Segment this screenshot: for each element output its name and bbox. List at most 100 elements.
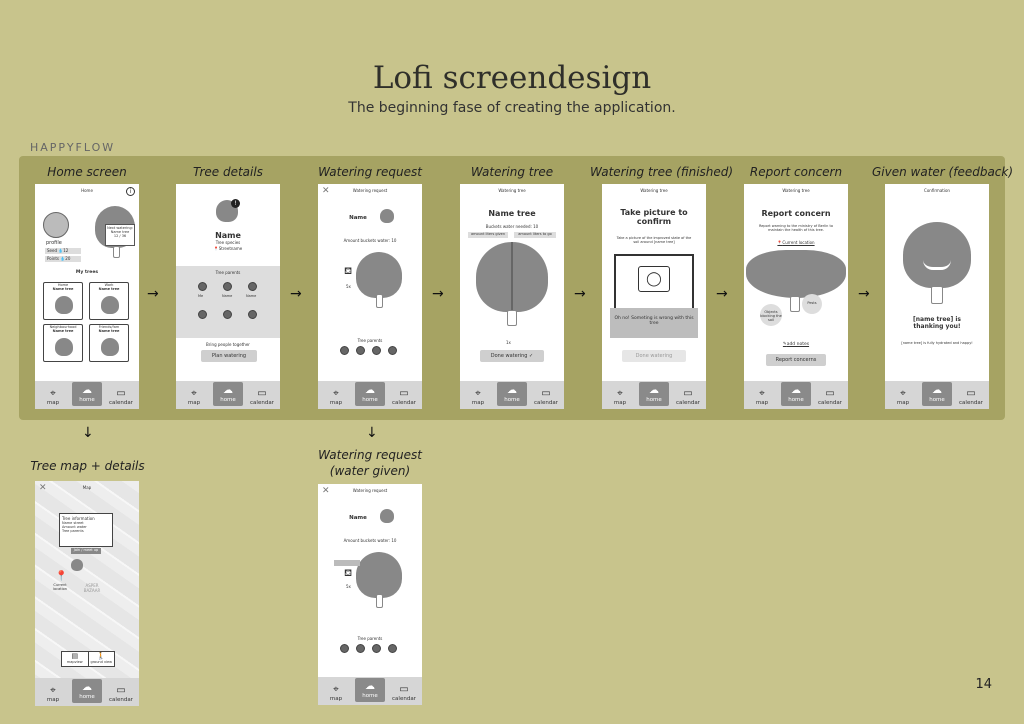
section-label: HAPPYFLOW <box>30 141 116 154</box>
info-icon[interactable]: i <box>126 187 135 196</box>
next-watering-card[interactable]: Next watering: Name tree 12 / 36 <box>105 224 135 246</box>
groundview-toggle[interactable]: 🚶 ground view <box>89 652 115 666</box>
nav-home[interactable]: ☁ home <box>72 382 102 406</box>
user-avatar[interactable] <box>223 310 232 319</box>
nav-map[interactable]: ⌖ map <box>607 388 633 406</box>
screen-header: Watering tree <box>640 188 668 193</box>
current-location[interactable]: 📍Current location <box>744 240 848 245</box>
nav-label: calendar <box>818 400 842 406</box>
nav-map[interactable]: ⌖ map <box>890 388 916 406</box>
toggle-label: ground view <box>90 660 113 664</box>
nav-calendar[interactable]: ▭ calendar <box>817 388 843 406</box>
view-toggle: ▤ mapview 🚶 ground view <box>61 651 115 667</box>
tree-marker-icon[interactable] <box>71 559 83 571</box>
arrow-right-icon: → <box>574 286 586 302</box>
nav-calendar[interactable]: ▭ calendar <box>108 388 134 406</box>
nav-home[interactable]: ☁ home <box>355 678 385 702</box>
user-avatar[interactable] <box>340 346 349 355</box>
screen-header: Confirmation <box>924 188 950 193</box>
nav-map[interactable]: ⌖ map <box>749 388 775 406</box>
user-avatar[interactable] <box>198 310 207 319</box>
concern-option[interactable]: Pests <box>802 294 822 314</box>
user-avatar[interactable] <box>340 644 349 653</box>
nav-calendar[interactable]: ▭ calendar <box>249 388 275 406</box>
join-button[interactable]: Join / meet up <box>71 548 101 554</box>
label-concern: Report concern <box>749 165 843 179</box>
nav-calendar[interactable]: ▭ calendar <box>391 684 417 702</box>
arrow-right-icon: → <box>147 286 159 302</box>
nav-home[interactable]: ☁ home <box>72 679 102 703</box>
nav-home[interactable]: ☁ home <box>639 382 669 406</box>
nav-map[interactable]: ⌖ map <box>323 684 349 702</box>
avatar[interactable] <box>43 212 69 238</box>
watering-finished-screen: Watering tree Take picture to confirm Ta… <box>602 184 706 409</box>
nav-map[interactable]: ⌖ map <box>40 685 66 703</box>
user-avatar[interactable] <box>372 644 381 653</box>
report-concerns-button[interactable]: Report concerns <box>766 354 826 366</box>
nav-home[interactable]: ☁ home <box>781 382 811 406</box>
map-icon: ⌖ <box>50 388 56 399</box>
nav-label: map <box>187 400 201 406</box>
nav-home[interactable]: ☁ home <box>355 382 385 406</box>
nav-label: home <box>788 397 804 403</box>
user-avatar[interactable] <box>198 282 207 291</box>
tree-nav-icon: ☁ <box>82 682 92 693</box>
nav-map[interactable]: ⌖ map <box>323 388 349 406</box>
nav-map[interactable]: ⌖ map <box>40 388 66 406</box>
nav-home[interactable]: ☁ home <box>922 382 952 406</box>
nav-home[interactable]: ☁ home <box>497 382 527 406</box>
tree-details-screen: ! Name Tree species 📍Streetname Tree par… <box>176 184 280 409</box>
bottom-nav: ⌖ map ☁ home ▭ calendar <box>318 381 422 409</box>
screen-header: Watering request <box>352 488 388 493</box>
nav-calendar[interactable]: ▭ calendar <box>675 388 701 406</box>
nav-calendar[interactable]: ▭ calendar <box>533 388 559 406</box>
tree-icon <box>746 250 846 298</box>
tree-card[interactable]: Work Name tree <box>89 282 129 320</box>
parents-title: Tree parents <box>357 338 383 343</box>
nav-map[interactable]: ⌖ map <box>465 388 491 406</box>
card-name: Name tree <box>98 287 120 291</box>
user-avatar[interactable] <box>356 346 365 355</box>
tree-icon <box>55 338 73 356</box>
nav-label: calendar <box>959 400 983 406</box>
add-notes-link[interactable]: ✎add notes <box>744 342 848 347</box>
nav-label: calendar <box>392 400 416 406</box>
buckets-needed: Buckets water needed: 10 <box>485 224 539 229</box>
bucket-multiplier: 5x <box>346 284 351 289</box>
user-avatar[interactable] <box>248 310 257 319</box>
parents-title: Tree parents <box>215 270 241 275</box>
user-avatar[interactable] <box>223 282 232 291</box>
label-given: Watering request (water given) <box>318 448 422 478</box>
tree-card[interactable]: Friends/fam Name tree <box>89 324 129 362</box>
screen-title: Report concern <box>761 209 831 218</box>
nav-home[interactable]: ☁ home <box>213 382 243 406</box>
done-watering-button[interactable]: Done watering <box>622 350 686 362</box>
user-avatar[interactable] <box>388 346 397 355</box>
tree-card[interactable]: Neighbourhood Name tree <box>43 324 83 362</box>
nav-label: calendar <box>392 696 416 702</box>
page-number: 14 <box>975 677 992 692</box>
home-screen: Home i profile Seed 💧12 Points 💧20 Next … <box>35 184 139 409</box>
plan-watering-button[interactable]: Plan watering <box>201 350 257 362</box>
user-avatar[interactable] <box>372 346 381 355</box>
tree-icon <box>356 552 402 598</box>
nav-calendar[interactable]: ▭ calendar <box>391 388 417 406</box>
nav-calendar[interactable]: ▭ calendar <box>108 685 134 703</box>
nav-label: calendar <box>109 697 133 703</box>
calendar-icon: ▭ <box>966 388 976 399</box>
user-avatar[interactable] <box>356 644 365 653</box>
nav-calendar[interactable]: ▭ calendar <box>958 388 984 406</box>
concern-option[interactable]: Objects blocking the soil <box>760 304 782 326</box>
tree-pot <box>113 246 120 258</box>
label-home: Home screen <box>47 165 127 179</box>
done-watering-button[interactable]: Done watering ✓ <box>480 350 544 362</box>
mapview-toggle[interactable]: ▤ mapview <box>62 652 89 666</box>
watering-can-icon: ⛾ <box>344 266 353 277</box>
toggle-label: mapview <box>66 660 83 664</box>
user-avatar[interactable] <box>388 644 397 653</box>
map-icon: ⌖ <box>191 388 197 399</box>
tree-card[interactable]: Home Name tree <box>43 282 83 320</box>
nav-map[interactable]: ⌖ map <box>181 388 207 406</box>
tree-info-card[interactable]: Tree information Name street Amount water T… <box>59 513 113 547</box>
user-avatar[interactable] <box>248 282 257 291</box>
